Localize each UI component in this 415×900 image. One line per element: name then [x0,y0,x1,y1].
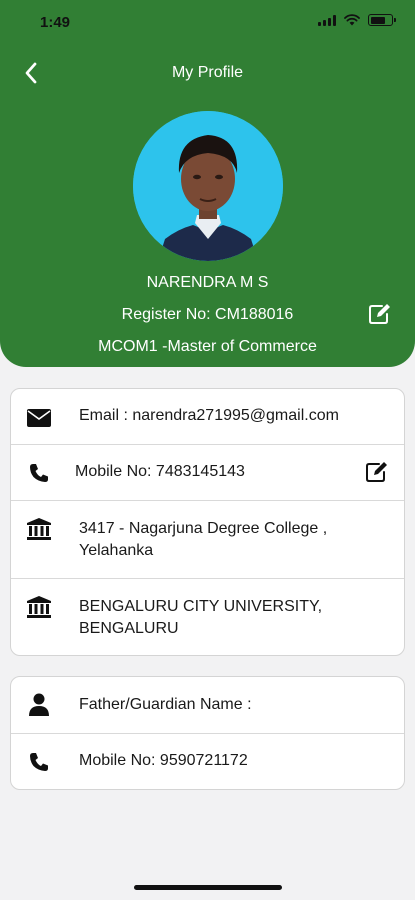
mobile-row[interactable]: Mobile No: 7483145143 [11,445,404,501]
guardian-card: Father/Guardian Name : Mobile No: 959072… [10,676,405,790]
college-line-2: Yelahanka [79,542,154,559]
course-name: MCOM1 -Master of Commerce [98,338,317,355]
guardian-name-row: Father/Guardian Name : [11,677,404,734]
email-text: Email : narendra271995@gmail.com [79,407,339,424]
university-text: BENGALURU CITY UNIVERSITY, BENGALURU [79,596,392,640]
guardian-name-text: Father/Guardian Name : [79,696,252,713]
status-icons [318,14,396,26]
college-text: 3417 - Nagarjuna Degree College , Yelaha… [79,518,392,562]
university-row: BENGALURU CITY UNIVERSITY, BENGALURU [11,579,404,655]
mobile-text: Mobile No: 7483145143 [75,463,245,480]
register-number: Register No: CM188016 [121,306,294,323]
college-row: 3417 - Nagarjuna Degree College , Yelaha… [11,501,404,579]
bank-icon [25,595,53,619]
avatar [133,111,283,261]
wifi-icon [344,14,360,26]
phone-icon [25,750,53,774]
phone-icon [25,461,53,485]
edit-icon [369,304,390,324]
university-line-1: BENGALURU CITY UNIVERSITY, [79,598,323,615]
student-name: NARENDRA M S [146,274,269,291]
profile-photo [133,111,283,261]
university-line-2: BENGALURU [79,620,179,637]
guardian-mobile-text: Mobile No: 9590721172 [79,752,248,769]
status-time: 1:49 [40,14,71,31]
edit-icon [366,462,387,482]
envelope-icon [25,406,53,430]
bank-icon [25,517,53,541]
signal-icon [318,14,336,26]
email-row[interactable]: Email : narendra271995@gmail.com [11,389,404,445]
edit-profile-button[interactable] [368,303,392,325]
contact-card: Email : narendra271995@gmail.com Mobile … [10,388,405,656]
battery-icon [368,14,396,26]
status-bar: 1:49 [0,0,415,44]
page-title: My Profile [171,64,244,81]
person-icon [25,693,53,717]
guardian-mobile-row[interactable]: Mobile No: 9590721172 [11,734,404,789]
edit-mobile-button[interactable] [364,460,390,484]
college-line-1: 3417 - Nagarjuna Degree College , [79,520,328,537]
home-indicator[interactable] [134,885,282,890]
